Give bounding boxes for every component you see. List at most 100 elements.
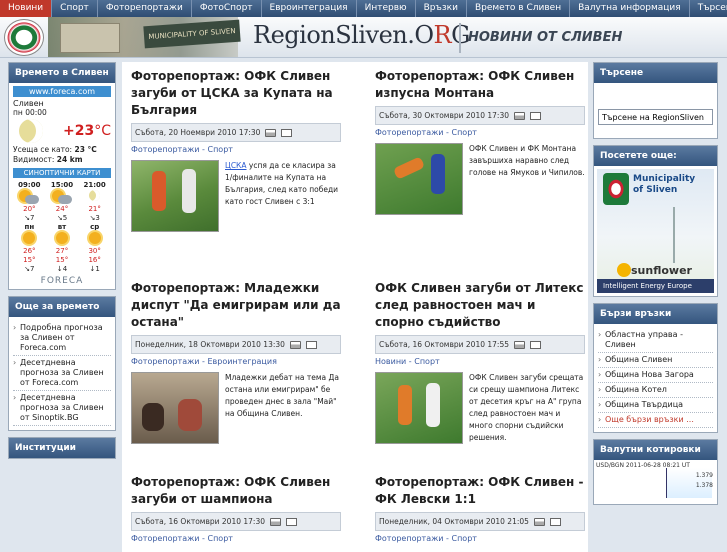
current-temp: +23 bbox=[63, 123, 95, 139]
day-label: вт bbox=[57, 223, 67, 231]
hour-label: 21:00 bbox=[83, 181, 106, 189]
article-thumbnail[interactable] bbox=[131, 372, 219, 444]
article-category[interactable]: Фоторепортажи - Спорт bbox=[375, 128, 585, 137]
hour-label: 09:00 bbox=[18, 181, 41, 189]
visit-title: Посетете още: bbox=[594, 146, 717, 166]
search-input[interactable] bbox=[598, 109, 713, 125]
hourly-forecast: 09:00 15:00 21:00 20° 24° 21° ↘7 ↘5 ↘3 п… bbox=[13, 181, 111, 273]
article-category[interactable]: Фоторепортажи - Спорт bbox=[131, 534, 341, 543]
email-icon[interactable] bbox=[285, 517, 297, 526]
nav-item-photo-reports[interactable]: Фоторепортажи bbox=[98, 0, 192, 17]
synoptic-maps-button[interactable]: СИНОПТИЧНИ КАРТИ bbox=[13, 168, 111, 178]
article-text: ОФК Сливен и ФК Монтана завършиха наравн… bbox=[469, 144, 585, 177]
more-weather-title: Още за времето ... bbox=[9, 297, 115, 332]
article-category[interactable]: Новини - Спорт bbox=[375, 357, 585, 366]
hour-temp: 21° bbox=[88, 205, 101, 213]
article-title[interactable]: ОФК Сливен загуби от Литекс след равност… bbox=[375, 280, 585, 331]
more-weather-link[interactable]: Десетдневна прогноза за Сливен от Sinopt… bbox=[13, 391, 111, 426]
article-thumbnail[interactable] bbox=[375, 143, 463, 215]
email-icon[interactable] bbox=[529, 340, 541, 349]
weather-box-title: Времето в Сливен bbox=[9, 63, 115, 83]
day-low: 15° bbox=[23, 256, 36, 264]
article-text: Младежки дебат на тема Да остана или еми… bbox=[225, 373, 339, 418]
article-thumbnail[interactable] bbox=[375, 372, 463, 444]
print-icon[interactable] bbox=[533, 517, 545, 526]
fx-title: Валутни котировки bbox=[594, 440, 717, 460]
article-category[interactable]: Фоторепортажи - Евроинтеграция bbox=[131, 357, 341, 366]
print-icon[interactable] bbox=[513, 340, 525, 349]
institutions-box: Институции bbox=[8, 437, 116, 459]
foreca-brand[interactable]: FORECA bbox=[13, 276, 111, 286]
article-category[interactable]: Фоторепортажи - Спорт bbox=[131, 145, 341, 154]
quick-link[interactable]: Община Котел bbox=[598, 383, 713, 398]
email-icon[interactable] bbox=[281, 128, 293, 137]
article-title[interactable]: Фоторепортаж: ОФК Сливен загуби от ЦСКА … bbox=[131, 68, 341, 119]
quick-link[interactable]: Община Твърдица bbox=[598, 398, 713, 413]
sun-icon bbox=[46, 232, 79, 246]
logo-r: R bbox=[433, 21, 452, 49]
day-wind: ↓1 bbox=[89, 265, 100, 273]
print-icon[interactable] bbox=[269, 517, 281, 526]
email-icon[interactable] bbox=[529, 111, 541, 120]
article-date: Понеделник, 18 Октомври 2010 13:30 bbox=[135, 340, 285, 349]
article: ОФК Сливен загуби от Литекс след равност… bbox=[375, 280, 585, 444]
hour-wind: ↘5 bbox=[56, 214, 68, 222]
article-date: Понеделник, 04 Октомври 2010 21:05 bbox=[379, 517, 529, 526]
quick-link[interactable]: Областна управа - Сливен bbox=[598, 328, 713, 353]
more-quick-links[interactable]: Още бързи връзки ... bbox=[598, 413, 713, 428]
nav-item-interview[interactable]: Интервю bbox=[357, 0, 416, 17]
article-title[interactable]: Фоторепортаж: Младежки диспут "Да емигри… bbox=[131, 280, 341, 331]
article-thumbnail[interactable] bbox=[131, 160, 219, 232]
article-meta: Понеделник, 18 Октомври 2010 13:30 bbox=[131, 335, 341, 354]
partly-cloudy-icon bbox=[13, 190, 46, 204]
nav-item-sport[interactable]: Спорт bbox=[52, 0, 98, 17]
hour-temp: 24° bbox=[55, 205, 69, 213]
article-title[interactable]: Фоторепортаж: ОФК Сливен изпусна Монтана bbox=[375, 68, 585, 102]
nav-item-eurointegration[interactable]: Евроинтеграция bbox=[262, 0, 357, 17]
banner-ie: Intelligent Energy Europe bbox=[597, 279, 714, 293]
nav-item-photo-sport[interactable]: ФотоСпорт bbox=[192, 0, 262, 17]
more-weather-links: Подробна прогноза за Сливен от Foreca.co… bbox=[13, 321, 111, 426]
sun-icon bbox=[13, 232, 46, 246]
print-icon[interactable] bbox=[289, 340, 301, 349]
print-icon[interactable] bbox=[265, 128, 277, 137]
weather-current: +23°C bbox=[13, 117, 111, 145]
article-category[interactable]: Фоторепортажи - Спорт bbox=[375, 534, 585, 543]
article: Фоторепортаж: ОФК Сливен изпусна Монтана… bbox=[375, 68, 585, 215]
article-text: ОФК Сливен загуби срещата си срещу шампи… bbox=[469, 373, 584, 442]
visit-box: Посетете още: Municipality of Sliven sun… bbox=[593, 145, 718, 297]
more-weather-link[interactable]: Десетдневна прогноза за Сливен от Foreca… bbox=[13, 356, 111, 391]
day-label: пн bbox=[24, 223, 35, 231]
email-icon[interactable] bbox=[305, 340, 317, 349]
article-inline-link[interactable]: ЦСКА bbox=[225, 161, 247, 170]
email-icon[interactable] bbox=[549, 517, 561, 526]
site-logo[interactable]: RegionSliven.ORG bbox=[253, 21, 470, 49]
fx-box: Валутни котировки USD/BGN 2011-06-28 08:… bbox=[593, 439, 718, 505]
logo-main: RegionSliven.O bbox=[253, 21, 434, 49]
foreca-link[interactable]: www.foreca.com bbox=[13, 86, 111, 97]
weather-box: Времето в Сливен www.foreca.com Сливен п… bbox=[8, 62, 116, 290]
top-navigation: Новини Спорт Фоторепортажи ФотоСпорт Евр… bbox=[0, 0, 727, 17]
partly-cloudy-icon bbox=[46, 190, 79, 204]
fx-value-1: 1.379 bbox=[695, 472, 713, 479]
nav-item-currency[interactable]: Валутна информация bbox=[570, 0, 690, 17]
quick-link[interactable]: Община Нова Загора bbox=[598, 368, 713, 383]
nav-item-search[interactable]: Търсене bbox=[690, 0, 727, 17]
article: Фоторепортаж: Младежки диспут "Да емигри… bbox=[131, 280, 341, 444]
print-icon[interactable] bbox=[513, 111, 525, 120]
sliven-sunflower-banner[interactable]: Municipality of Sliven sunflower Intelli… bbox=[597, 169, 714, 293]
quick-link[interactable]: Община Сливен bbox=[598, 353, 713, 368]
nav-item-news[interactable]: Новини bbox=[0, 0, 53, 17]
main-content: Фоторепортаж: ОФК Сливен загуби от ЦСКА … bbox=[122, 62, 588, 552]
more-weather-link[interactable]: Подробна прогноза за Сливен от Foreca.co… bbox=[13, 321, 111, 356]
nav-item-weather[interactable]: Времето в Сливен bbox=[467, 0, 571, 17]
article-date: Събота, 20 Ноември 2010 17:30 bbox=[135, 128, 261, 137]
sun-icon bbox=[78, 232, 111, 246]
nav-item-links[interactable]: Връзки bbox=[416, 0, 467, 17]
site-header: MUNICIPALITY OF SLIVEN RegionSliven.ORG … bbox=[0, 17, 727, 58]
article-title[interactable]: Фоторепортаж: ОФК Сливен - ФК Левски 1:1 bbox=[375, 474, 585, 508]
article-intro: Младежки дебат на тема Да остана или еми… bbox=[225, 372, 341, 444]
moon-icon bbox=[19, 119, 43, 143]
article-title[interactable]: Фоторепортаж: ОФК Сливен загуби от шампи… bbox=[131, 474, 341, 508]
day-low: 15° bbox=[55, 256, 69, 264]
